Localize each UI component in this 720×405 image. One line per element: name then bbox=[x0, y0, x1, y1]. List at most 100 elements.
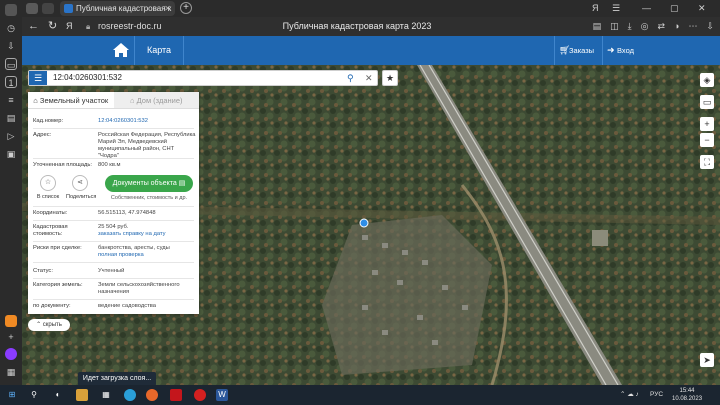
sidebar-play-icon[interactable]: ▷ bbox=[5, 130, 17, 142]
download-icon[interactable]: ⤓ bbox=[628, 19, 632, 34]
tab-counter-icon[interactable] bbox=[26, 3, 38, 14]
fullscreen-icon[interactable]: ⛶ bbox=[700, 155, 714, 169]
divider bbox=[33, 262, 194, 263]
reload-icon[interactable]: ↻ bbox=[48, 19, 57, 34]
word-icon[interactable]: W bbox=[216, 389, 228, 401]
cart-icon: 🛒︎ bbox=[559, 45, 571, 55]
menu-icon[interactable]: ☰ bbox=[29, 71, 47, 85]
tab-pinned-icon[interactable] bbox=[42, 3, 54, 14]
coords-label: Координаты: bbox=[33, 210, 68, 216]
telegram-icon[interactable] bbox=[124, 389, 136, 401]
star-outline-icon: ☆ bbox=[40, 175, 56, 191]
search-input[interactable] bbox=[53, 71, 333, 85]
add-to-list-button[interactable]: ☆ В список bbox=[34, 175, 62, 200]
tab-land-plot[interactable]: ⌂ Земельный участок bbox=[28, 92, 114, 108]
divider bbox=[33, 299, 194, 300]
protect-icon[interactable]: ◎ bbox=[641, 19, 649, 34]
close-icon[interactable]: ✕ bbox=[164, 1, 171, 16]
ruler-icon[interactable]: ▭ bbox=[700, 95, 714, 109]
tab-title: Публичная кадастровая к bbox=[76, 4, 172, 13]
favorite-button[interactable]: ★ bbox=[382, 70, 398, 86]
cad-value: 25 504 руб. заказать справку на дату bbox=[98, 224, 196, 238]
url-field[interactable]: 🔒︎ rosreestr-doc.ru bbox=[86, 19, 196, 34]
layers-icon[interactable]: ◈ bbox=[700, 73, 714, 87]
windows-start-icon[interactable]: ⊞ bbox=[6, 389, 18, 401]
sidebar-counter-icon[interactable]: 1 bbox=[5, 76, 17, 88]
sidebar-tab-icon[interactable]: ▭ bbox=[5, 58, 17, 70]
lock-icon: 🔒︎ bbox=[86, 22, 91, 31]
window-close-icon[interactable]: ✕ bbox=[698, 0, 706, 17]
row-category: Категория земель: Земли сельскохозяйстве… bbox=[33, 282, 195, 298]
more-icon[interactable]: ⋯ bbox=[688, 19, 697, 34]
sidebar-list-icon[interactable]: ≡ bbox=[5, 94, 17, 106]
hide-panel-button[interactable]: ⌃ скрыть bbox=[28, 319, 70, 331]
sidebar-app-icon[interactable] bbox=[5, 315, 17, 327]
sidebar-layout-icon[interactable]: ▦ bbox=[5, 366, 17, 378]
documents-label: Документы объекта bbox=[112, 180, 177, 187]
sidebar-notes-icon[interactable]: ▤ bbox=[5, 112, 17, 124]
yandex-browser-icon[interactable] bbox=[194, 389, 206, 401]
search-taskbar-icon[interactable]: ⚲ bbox=[28, 389, 40, 401]
home-button[interactable] bbox=[110, 36, 132, 65]
info-panel: ⌂ Земельный участок ⌂ Дом (здание) Кад.н… bbox=[28, 92, 199, 314]
bookmarks-icon[interactable]: ☰ bbox=[612, 0, 620, 17]
divider bbox=[33, 128, 194, 129]
sidebar-history-icon[interactable]: ◷ bbox=[5, 22, 17, 34]
bookmark-icon[interactable]: ◫ bbox=[610, 19, 619, 34]
sidebar-screen-icon[interactable]: ▣ bbox=[5, 148, 17, 160]
search-icon[interactable]: ⚲ bbox=[347, 71, 354, 85]
translate-icon[interactable]: ⇄ bbox=[657, 19, 665, 34]
share-button[interactable]: ⋖ Поделиться bbox=[66, 175, 96, 200]
documents-button[interactable]: Документы объекта ▤ bbox=[105, 175, 193, 192]
minimize-icon[interactable]: — bbox=[642, 0, 651, 17]
loading-toast: Идет загрузка слоя... bbox=[78, 372, 156, 386]
yandex-icon[interactable]: Я bbox=[592, 0, 599, 17]
browser-sidebar: ◷ ⇩ ▭ 1 ≡ ▤ ▷ ▣ + ▦ bbox=[0, 0, 22, 385]
tab-strip: Публичная кадастровая к ✕ + Я ☰ — ▢ ✕ bbox=[22, 0, 720, 17]
sidebar-bookmark-icon[interactable] bbox=[5, 4, 17, 16]
row-risks: Риски при сделке: банкротства, аресты, с… bbox=[33, 245, 195, 261]
order-certificate-link[interactable]: заказать справку на дату bbox=[98, 231, 166, 237]
full-check-link[interactable]: полная проверка bbox=[98, 252, 144, 258]
login-label: Вход bbox=[617, 46, 634, 55]
tray-icons[interactable]: ⌃ ☁ ♪ bbox=[620, 385, 639, 405]
orders-button[interactable]: 🛒︎ Заказы bbox=[554, 36, 594, 65]
tab-building[interactable]: ⌂ Дом (здание) bbox=[113, 92, 199, 108]
clear-icon[interactable]: ✕ bbox=[365, 71, 373, 85]
cad-number-value[interactable]: 12:04:0260301:532 bbox=[98, 118, 196, 125]
widgets-icon[interactable]: ◐ bbox=[52, 389, 64, 401]
sidebar-alice-icon[interactable] bbox=[5, 348, 17, 360]
status-value: Учтенный bbox=[98, 268, 125, 274]
tab-building-label: Дом (здание) bbox=[136, 96, 183, 105]
locate-icon[interactable]: ➤ bbox=[700, 353, 714, 367]
clock[interactable]: 15:44 10.08.2023 bbox=[672, 387, 702, 403]
explorer-icon[interactable] bbox=[76, 389, 88, 401]
downloads-icon[interactable]: ⇩ bbox=[706, 19, 714, 34]
new-tab-button[interactable]: + bbox=[180, 2, 192, 14]
tab-active[interactable]: Публичная кадастровая к ✕ bbox=[60, 1, 175, 16]
site-favicon-icon bbox=[64, 4, 73, 13]
tab-map[interactable]: Карта bbox=[134, 36, 184, 65]
sidebar-add-icon[interactable]: + bbox=[5, 331, 17, 343]
login-button[interactable]: ➜ Вход bbox=[602, 36, 640, 65]
reader-icon[interactable]: ▤ bbox=[593, 19, 602, 34]
back-icon[interactable]: ← bbox=[28, 19, 39, 34]
toolbar-icons: ▤ ◫ ⤓ ◎ ⇄ ◑ ⋯ ⇩ bbox=[593, 19, 714, 34]
zoom-in-button[interactable]: + bbox=[700, 117, 714, 131]
zoom-out-button[interactable]: − bbox=[700, 133, 714, 147]
extension-icon[interactable]: ◑ bbox=[674, 19, 679, 34]
tab-land-plot-label: Земельный участок bbox=[39, 96, 109, 105]
divider bbox=[33, 241, 194, 242]
sidebar-download-icon[interactable]: ⇩ bbox=[5, 40, 17, 52]
yandex-home-icon[interactable]: Я bbox=[66, 19, 73, 34]
search-bar: ☰ ⚲ ✕ bbox=[28, 70, 378, 86]
map-canvas[interactable]: ☰ ⚲ ✕ ★ ⌂ Земельный участок ⌂ Дом (здани… bbox=[22, 65, 720, 385]
firefox-icon[interactable] bbox=[146, 389, 158, 401]
language-indicator[interactable]: РУС bbox=[650, 385, 663, 405]
pdf-icon[interactable] bbox=[170, 389, 182, 401]
calculator-icon[interactable]: ▦ bbox=[100, 389, 112, 401]
documents-subtitle: Собственник, стоимость и др. bbox=[110, 195, 188, 201]
row-cad-value: Кадастровая стоимость: 25 504 руб. заказ… bbox=[33, 224, 195, 240]
hide-panel-label: скрыть bbox=[42, 322, 62, 328]
maximize-icon[interactable]: ▢ bbox=[670, 0, 679, 17]
